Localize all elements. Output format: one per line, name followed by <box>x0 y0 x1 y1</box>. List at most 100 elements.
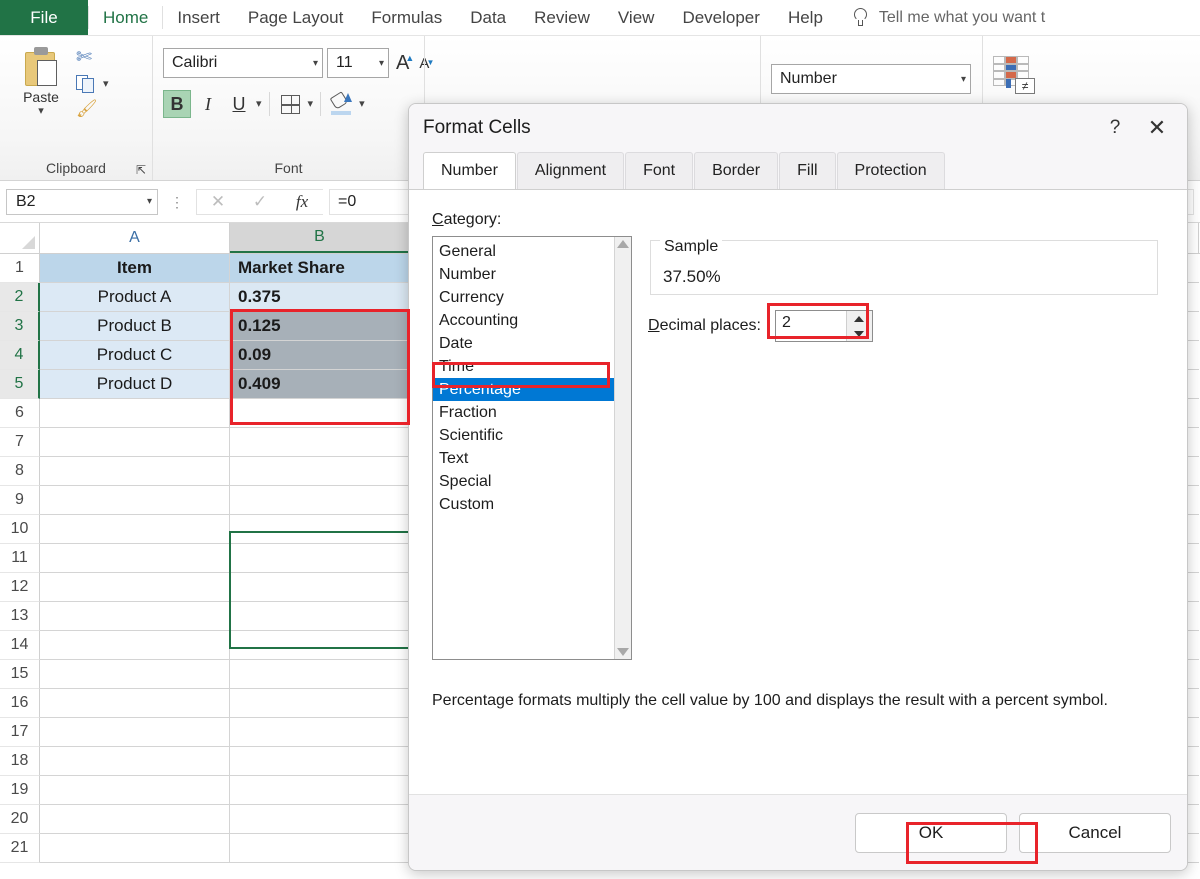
cell-b[interactable] <box>230 486 410 515</box>
category-item-custom[interactable]: Custom <box>433 493 614 516</box>
cell-b[interactable] <box>230 428 410 457</box>
tab-insert[interactable]: Insert <box>163 0 234 35</box>
cell-a[interactable] <box>40 747 230 776</box>
cell-a[interactable] <box>40 515 230 544</box>
cell-b[interactable] <box>230 776 410 805</box>
tab-home[interactable]: Home <box>89 0 162 35</box>
category-item-text[interactable]: Text <box>433 447 614 470</box>
cell-a[interactable] <box>40 776 230 805</box>
cell-b[interactable] <box>230 689 410 718</box>
decimal-places-input[interactable]: 2 <box>774 310 873 342</box>
column-header-a[interactable]: A <box>40 223 230 253</box>
tab-page-layout[interactable]: Page Layout <box>234 0 357 35</box>
cell-b[interactable] <box>230 747 410 776</box>
cell-b[interactable] <box>230 718 410 747</box>
cell-b[interactable] <box>230 660 410 689</box>
chevron-down-icon[interactable]: ▾ <box>38 106 44 117</box>
tell-me-search[interactable]: Tell me what you want t <box>837 0 1045 35</box>
name-box[interactable]: B2 ▾ <box>6 188 158 215</box>
category-item-number[interactable]: Number <box>433 263 614 286</box>
row-header[interactable]: 8 <box>0 457 40 486</box>
italic-button[interactable]: I <box>194 90 222 118</box>
row-header[interactable]: 3 <box>0 312 40 341</box>
select-all-corner[interactable] <box>0 223 40 253</box>
cell-a[interactable] <box>40 805 230 834</box>
cell-a[interactable] <box>40 834 230 863</box>
category-item-currency[interactable]: Currency <box>433 286 614 309</box>
fill-color-button[interactable] <box>328 90 356 118</box>
cell-a[interactable]: Product C <box>40 341 230 370</box>
cell-b[interactable] <box>230 602 410 631</box>
confirm-entry-icon[interactable]: ✓ <box>239 192 281 212</box>
row-header[interactable]: 9 <box>0 486 40 515</box>
ok-button[interactable]: OK <box>855 813 1007 853</box>
row-header[interactable]: 15 <box>0 660 40 689</box>
dialog-tab-font[interactable]: Font <box>625 152 694 189</box>
clipboard-dialog-launcher[interactable]: ⇱ <box>136 163 146 177</box>
cell-a[interactable] <box>40 602 230 631</box>
number-format-combo[interactable]: Number ▾ <box>771 64 971 94</box>
row-header[interactable]: 1 <box>0 254 40 283</box>
row-header[interactable]: 14 <box>0 631 40 660</box>
row-header[interactable]: 13 <box>0 602 40 631</box>
row-header[interactable]: 6 <box>0 399 40 428</box>
row-header[interactable]: 11 <box>0 544 40 573</box>
tab-developer[interactable]: Developer <box>668 0 774 35</box>
cell-a[interactable] <box>40 689 230 718</box>
cell-a[interactable] <box>40 457 230 486</box>
dialog-tab-fill[interactable]: Fill <box>779 152 836 189</box>
row-header[interactable]: 21 <box>0 834 40 863</box>
close-icon[interactable]: ✕ <box>1135 115 1179 141</box>
cell-a[interactable] <box>40 631 230 660</box>
dialog-tab-border[interactable]: Border <box>694 152 779 189</box>
row-header[interactable]: 12 <box>0 573 40 602</box>
stepper-up-button[interactable] <box>847 311 872 326</box>
cell-b[interactable]: 0.09 <box>230 341 410 370</box>
bold-button[interactable]: B <box>163 90 191 118</box>
cell-a[interactable] <box>40 486 230 515</box>
formula-bar-menu-icon[interactable]: ⋮ <box>164 195 190 209</box>
cell-a[interactable] <box>40 718 230 747</box>
row-header[interactable]: 7 <box>0 428 40 457</box>
insert-function-icon[interactable]: fx <box>281 192 323 212</box>
cell-b[interactable] <box>230 515 410 544</box>
cell-b[interactable] <box>230 805 410 834</box>
cancel-entry-icon[interactable]: ✕ <box>197 192 239 212</box>
copy-button[interactable]: ▾ <box>76 74 109 94</box>
chevron-down-icon[interactable]: ▾ <box>256 98 262 110</box>
dialog-tab-alignment[interactable]: Alignment <box>516 152 625 189</box>
cell-b[interactable] <box>230 834 410 863</box>
format-painter-button[interactable]: 🖌 <box>76 100 109 120</box>
cell-b[interactable] <box>230 631 410 660</box>
dialog-tab-protection[interactable]: Protection <box>836 152 945 189</box>
cut-button[interactable]: ✄ <box>76 48 109 68</box>
cell-b[interactable]: 0.409 <box>230 370 410 399</box>
cell-a[interactable] <box>40 573 230 602</box>
underline-button[interactable]: U <box>225 90 253 118</box>
category-item-general[interactable]: General <box>433 240 614 263</box>
stepper-down-button[interactable] <box>847 326 872 341</box>
category-item-time[interactable]: Time <box>433 355 614 378</box>
cell-a[interactable]: Product B <box>40 312 230 341</box>
category-item-accounting[interactable]: Accounting <box>433 309 614 332</box>
borders-button[interactable] <box>277 90 305 118</box>
cell-b[interactable] <box>230 399 410 428</box>
font-size-combo[interactable]: 11 ▾ <box>327 48 389 78</box>
font-name-combo[interactable]: Calibri ▾ <box>163 48 323 78</box>
row-header[interactable]: 20 <box>0 805 40 834</box>
scroll-down-icon[interactable] <box>617 648 629 656</box>
cell-b[interactable]: 0.375 <box>230 283 410 312</box>
cell-a[interactable] <box>40 428 230 457</box>
row-header[interactable]: 17 <box>0 718 40 747</box>
cell-a[interactable] <box>40 660 230 689</box>
row-header[interactable]: 10 <box>0 515 40 544</box>
row-header[interactable]: 2 <box>0 283 40 312</box>
cell-b[interactable] <box>230 573 410 602</box>
chevron-down-icon[interactable]: ▾ <box>308 98 314 110</box>
cell-a[interactable] <box>40 544 230 573</box>
tab-formulas[interactable]: Formulas <box>357 0 456 35</box>
dialog-tab-number[interactable]: Number <box>423 152 516 189</box>
cell-a[interactable]: Product D <box>40 370 230 399</box>
cell-a[interactable]: Item <box>40 254 230 283</box>
row-header[interactable]: 4 <box>0 341 40 370</box>
